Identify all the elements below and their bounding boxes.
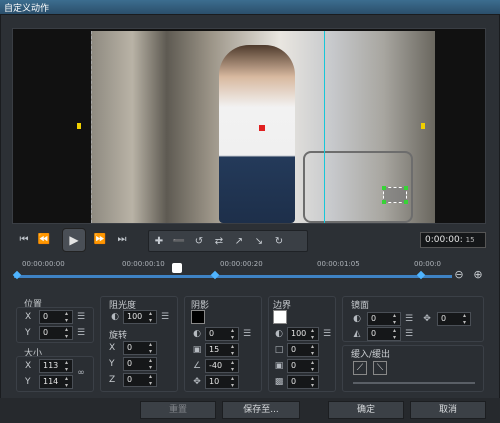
zoom-in-icon[interactable]: ⊕ xyxy=(471,268,485,282)
shadow-group: 阴影 ◐ 0 ☰ ▣ 15 ∠ -40 ✥ 10 xyxy=(184,296,262,392)
list-icon[interactable]: ☰ xyxy=(403,328,415,340)
opacity-rotation-group: 阻光度 ◐ 100 ☰ 旋转 X 0 Y 0 Z 0 xyxy=(100,296,178,392)
preview-canvas[interactable] xyxy=(12,28,486,224)
shadow-angle-input[interactable]: -40 xyxy=(205,359,239,373)
position-y-input[interactable]: 0 xyxy=(39,326,73,340)
reset-button[interactable]: 重置 xyxy=(140,401,216,419)
fade-in-icon[interactable]: ⟋ xyxy=(353,361,367,375)
border-opacity-icon: ◐ xyxy=(275,329,283,339)
opacity-icon: ◐ xyxy=(111,312,119,322)
fade-out-icon[interactable]: ⟍ xyxy=(373,361,387,375)
ruler-tick: 00:00:00:10 xyxy=(122,260,165,268)
border-opacity-input[interactable]: 100 xyxy=(287,327,319,341)
size-group: X 113 ∞ Y 114 xyxy=(16,356,94,392)
size-x-input[interactable]: 113 xyxy=(39,359,73,373)
footer-bar: 重置 保存至... 确定 取消 xyxy=(0,398,500,423)
path-guide-line xyxy=(324,31,325,223)
resize-handle[interactable] xyxy=(382,200,386,204)
ruler-tick: 00:00:00:00 xyxy=(22,260,65,268)
timeline-ruler[interactable]: 00:00:00:00 00:00:00:10 00:00:00:20 00:0… xyxy=(12,258,486,290)
ruler-tick: 00:00:0 xyxy=(414,260,441,268)
list-icon[interactable]: ☰ xyxy=(403,313,415,325)
play-button[interactable]: ▶ xyxy=(62,228,86,252)
window-title: 自定义动作 xyxy=(4,4,50,14)
previous-frame-icon[interactable]: ⏪ xyxy=(36,232,52,248)
list-icon[interactable]: ☰ xyxy=(159,311,171,323)
link-icon[interactable]: ∞ xyxy=(75,367,87,379)
list-icon[interactable]: ☰ xyxy=(75,311,87,323)
rotation-x-input[interactable]: 0 xyxy=(123,341,157,355)
resize-handle[interactable] xyxy=(382,186,386,190)
border-blur-input[interactable]: 0 xyxy=(287,359,319,373)
fade-slider[interactable] xyxy=(353,382,475,384)
go-to-start-icon[interactable]: ⏮ xyxy=(16,232,32,248)
list-icon[interactable]: ☰ xyxy=(321,328,333,340)
left-edge-handle[interactable] xyxy=(77,123,81,129)
add-keyframe-icon[interactable]: ✚ xyxy=(151,234,167,250)
border-offset-icon: ▩ xyxy=(274,377,284,387)
rotate-keyframe-icon[interactable]: ↻ xyxy=(271,234,287,250)
go-to-end-icon[interactable]: ⏭ xyxy=(114,232,130,248)
position-x-input[interactable]: 0 xyxy=(39,310,73,324)
cancel-button[interactable]: 取消 xyxy=(410,401,486,419)
border-group: 边界 ◐ 100 ☰ □ 0 ▣ 0 ▩ 0 xyxy=(268,296,336,392)
ruler-tick: 00:00:00:20 xyxy=(220,260,263,268)
shadow-distance-input[interactable]: 10 xyxy=(205,375,239,389)
paste-keyframe-icon[interactable]: ↘ xyxy=(251,234,267,250)
swap-keyframe-icon[interactable]: ⇄ xyxy=(211,234,227,250)
border-color-swatch[interactable] xyxy=(273,310,287,324)
rotation-label: 旋转 xyxy=(109,331,128,341)
rotation-z-input[interactable]: 0 xyxy=(123,373,157,387)
timecode-field[interactable]: 0:00:00: 15 xyxy=(420,232,486,248)
list-icon[interactable]: ☰ xyxy=(75,327,87,339)
next-frame-icon[interactable]: ⏩ xyxy=(92,232,108,248)
opacity-input[interactable]: 100 xyxy=(123,310,157,324)
shadow-distance-icon: ✥ xyxy=(193,377,201,387)
mirror-group: 镜面 ◐ 0 ☰ ✥ 0 ◭ 0 ☰ xyxy=(342,296,484,342)
mirror-blur-input[interactable]: 0 xyxy=(367,327,401,341)
fade-label: 缓入/缓出 xyxy=(351,350,391,360)
border-offset-input[interactable]: 0 xyxy=(287,375,319,389)
subject-figure xyxy=(219,45,295,223)
frame-boundary-left xyxy=(91,31,92,223)
shadow-color-swatch[interactable] xyxy=(191,310,205,324)
title-bar: 自定义动作 xyxy=(0,0,500,14)
mirror-blur-icon: ◭ xyxy=(353,329,361,339)
right-edge-handle[interactable] xyxy=(421,123,425,129)
border-blur-icon: ▣ xyxy=(274,361,284,371)
zoom-out-icon[interactable]: ⊖ xyxy=(452,268,466,282)
keyframe-track[interactable] xyxy=(14,275,452,278)
keyframe-toolbar: ✚ ➖ ↺ ⇄ ↗ ↘ ↻ xyxy=(148,230,308,252)
shadow-blur-icon: ▣ xyxy=(192,345,202,355)
position-group: X 0 ☰ Y 0 ☰ xyxy=(16,307,94,343)
remove-keyframe-icon[interactable]: ➖ xyxy=(171,234,187,250)
size-y-input[interactable]: 114 xyxy=(39,375,73,389)
anchor-point[interactable] xyxy=(259,125,265,131)
border-width-icon: □ xyxy=(274,345,284,355)
transport-bar: ⏮ ⏪ ▶ ⏩ ⏭ ✚ ➖ ↺ ⇄ ↗ ↘ ↻ 0:00:00: 15 xyxy=(12,228,486,254)
mirror-opacity-icon: ◐ xyxy=(353,314,361,324)
mirror-label: 镜面 xyxy=(351,301,370,311)
mirror-offset-input[interactable]: 0 xyxy=(437,312,471,326)
resize-handle[interactable] xyxy=(404,200,408,204)
fade-group: 缓入/缓出 ⟋ ⟍ xyxy=(342,345,484,392)
preview-image xyxy=(91,31,435,223)
shadow-opacity-input[interactable]: 0 xyxy=(205,327,239,341)
shadow-angle-icon: ∠ xyxy=(192,361,202,371)
list-icon[interactable]: ☰ xyxy=(241,328,253,340)
playhead[interactable] xyxy=(172,263,182,273)
save-to-button[interactable]: 保存至... xyxy=(222,401,300,419)
shadow-opacity-icon: ◐ xyxy=(193,329,201,339)
ruler-tick: 00:00:01:05 xyxy=(317,260,360,268)
resize-handle[interactable] xyxy=(404,186,408,190)
reverse-keyframe-icon[interactable]: ↺ xyxy=(191,234,207,250)
mirror-opacity-input[interactable]: 0 xyxy=(367,312,401,326)
move-icon: ✥ xyxy=(423,314,431,324)
shadow-blur-input[interactable]: 15 xyxy=(205,343,239,357)
border-width-input[interactable]: 0 xyxy=(287,343,319,357)
ok-button[interactable]: 确定 xyxy=(328,401,404,419)
motion-object-box[interactable] xyxy=(382,186,408,204)
copy-keyframe-icon[interactable]: ↗ xyxy=(231,234,247,250)
rotation-y-input[interactable]: 0 xyxy=(123,357,157,371)
